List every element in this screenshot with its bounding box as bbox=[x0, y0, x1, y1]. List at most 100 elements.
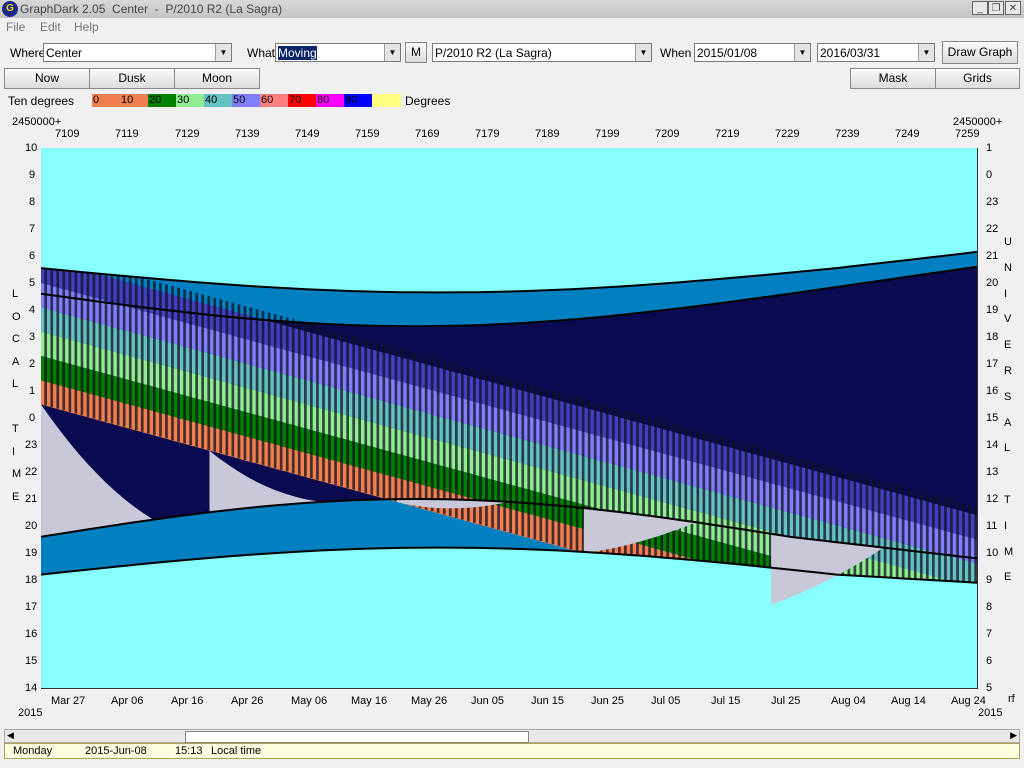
jd-tick-label: 7169 bbox=[415, 128, 440, 140]
day-stripe bbox=[889, 483, 893, 578]
day-stripe bbox=[938, 496, 941, 581]
jd-tick-label: 7229 bbox=[775, 128, 800, 140]
grids-button[interactable]: Grids bbox=[935, 68, 1020, 89]
day-stripe bbox=[104, 274, 108, 422]
legend-swatch: 20 bbox=[148, 94, 177, 107]
now-button[interactable]: Now bbox=[4, 68, 90, 89]
day-stripe bbox=[364, 339, 368, 493]
title-bar: G GraphDark 2.05 Center - P/2010 R2 (La … bbox=[0, 0, 1024, 18]
draw-graph-button[interactable]: Draw Graph bbox=[942, 41, 1018, 64]
moon-button[interactable]: Moon bbox=[174, 68, 260, 89]
jd-tick-label: 7109 bbox=[55, 128, 80, 140]
universal-time-letter: I bbox=[1004, 287, 1008, 300]
local-time-letter: O bbox=[12, 310, 21, 323]
jd-tick-label: 7149 bbox=[295, 128, 320, 140]
day-stripe bbox=[877, 479, 881, 577]
what-select[interactable]: Moving ▼ bbox=[275, 43, 401, 62]
menu-edit[interactable]: Edit bbox=[40, 20, 61, 34]
scroll-thumb[interactable] bbox=[185, 731, 529, 743]
jd-tick-label: 7239 bbox=[835, 128, 860, 140]
day-stripe bbox=[310, 324, 313, 479]
menu-help[interactable]: Help bbox=[74, 20, 99, 34]
date-tick-label: May 06 bbox=[291, 695, 328, 707]
legend-swatch: 70 bbox=[288, 94, 317, 107]
universal-time-letter: M bbox=[1004, 545, 1014, 558]
date-tick-label: Jun 15 bbox=[531, 695, 565, 707]
day-stripe bbox=[533, 385, 537, 540]
chevron-down-icon: ▼ bbox=[215, 44, 231, 61]
day-stripe bbox=[551, 390, 555, 545]
local-time-tick: 14 bbox=[25, 682, 38, 694]
end-date-select[interactable]: 2016/03/31 ▼ bbox=[817, 43, 935, 62]
legend-swatch: 30 bbox=[176, 94, 205, 107]
darkness-chart[interactable] bbox=[41, 148, 978, 689]
day-stripe bbox=[418, 354, 422, 508]
date-tick-label: May 16 bbox=[351, 695, 388, 707]
day-stripe bbox=[388, 345, 392, 500]
restore-button[interactable]: ❐ bbox=[988, 1, 1004, 15]
day-stripe bbox=[304, 322, 307, 477]
year-left: 2015 bbox=[18, 707, 43, 719]
chevron-down-icon: ▼ bbox=[384, 44, 400, 61]
day-stripe bbox=[116, 275, 120, 426]
menu-file[interactable]: File bbox=[6, 20, 25, 34]
day-stripe bbox=[461, 365, 464, 520]
ut-tick: 13 bbox=[986, 466, 999, 478]
day-stripe bbox=[684, 426, 688, 560]
jd-tick-label: 7179 bbox=[475, 128, 500, 140]
date-tick-label: Apr 16 bbox=[171, 695, 204, 707]
m-button[interactable]: M bbox=[405, 42, 427, 63]
universal-time-letter: L bbox=[1004, 442, 1011, 455]
day-stripe bbox=[56, 269, 60, 409]
horizontal-scrollbar[interactable]: ◀ ▶ bbox=[4, 729, 1020, 743]
start-date-select[interactable]: 2015/01/08 ▼ bbox=[694, 43, 811, 62]
status-date: 2015-Jun-08 bbox=[85, 745, 147, 757]
day-stripe bbox=[865, 476, 869, 577]
day-stripe bbox=[926, 493, 929, 580]
jd-prefix-right: 2450000+ bbox=[953, 116, 1003, 128]
close-button[interactable]: ✕ bbox=[1005, 1, 1021, 15]
universal-time-letter: I bbox=[1004, 519, 1008, 532]
jd-tick-label: 7119 bbox=[115, 128, 139, 140]
local-time-letter: L bbox=[12, 378, 19, 390]
day-stripe bbox=[44, 268, 47, 406]
object-select[interactable]: P/2010 R2 (La Sagra) ▼ bbox=[432, 43, 652, 62]
day-stripe bbox=[708, 433, 712, 562]
local-time-tick: 1 bbox=[29, 385, 36, 397]
day-stripe bbox=[962, 503, 965, 582]
app-icon: G bbox=[2, 1, 18, 17]
jd-tick-label: 7159 bbox=[355, 128, 380, 140]
day-stripe bbox=[424, 355, 428, 510]
status-day: Monday bbox=[13, 745, 53, 757]
dusk-button[interactable]: Dusk bbox=[89, 68, 175, 89]
jd-tick-label: 7219 bbox=[715, 128, 740, 140]
day-stripe bbox=[50, 269, 54, 407]
day-stripe bbox=[376, 342, 380, 497]
day-stripe bbox=[436, 359, 440, 513]
scroll-right-icon[interactable]: ▶ bbox=[1010, 730, 1017, 741]
day-stripe bbox=[140, 277, 144, 432]
minimize-button[interactable]: _ bbox=[972, 1, 988, 15]
day-stripe bbox=[231, 302, 235, 457]
universal-time-letter: S bbox=[1004, 390, 1012, 403]
date-tick-label: Aug 04 bbox=[831, 695, 866, 707]
day-stripe bbox=[219, 299, 223, 454]
mask-button[interactable]: Mask bbox=[850, 68, 936, 89]
ut-tick: 16 bbox=[986, 385, 999, 397]
day-stripe bbox=[666, 421, 669, 558]
day-stripe bbox=[527, 383, 531, 538]
day-stripe bbox=[370, 340, 374, 495]
day-stripe bbox=[297, 320, 301, 475]
date-tick-label: Jul 05 bbox=[651, 695, 681, 707]
day-stripe bbox=[726, 438, 730, 564]
where-select[interactable]: Center ▼ bbox=[43, 43, 232, 62]
local-time-tick: 2 bbox=[29, 358, 36, 370]
local-time-tick: 8 bbox=[29, 196, 36, 208]
local-time-tick: 15 bbox=[25, 655, 38, 667]
scroll-left-icon[interactable]: ◀ bbox=[7, 730, 14, 741]
ut-tick: 23 bbox=[986, 196, 999, 208]
day-stripe bbox=[147, 279, 150, 434]
ut-tick: 21 bbox=[986, 250, 999, 262]
ut-tick: 0 bbox=[986, 169, 993, 181]
day-stripe bbox=[545, 388, 549, 543]
